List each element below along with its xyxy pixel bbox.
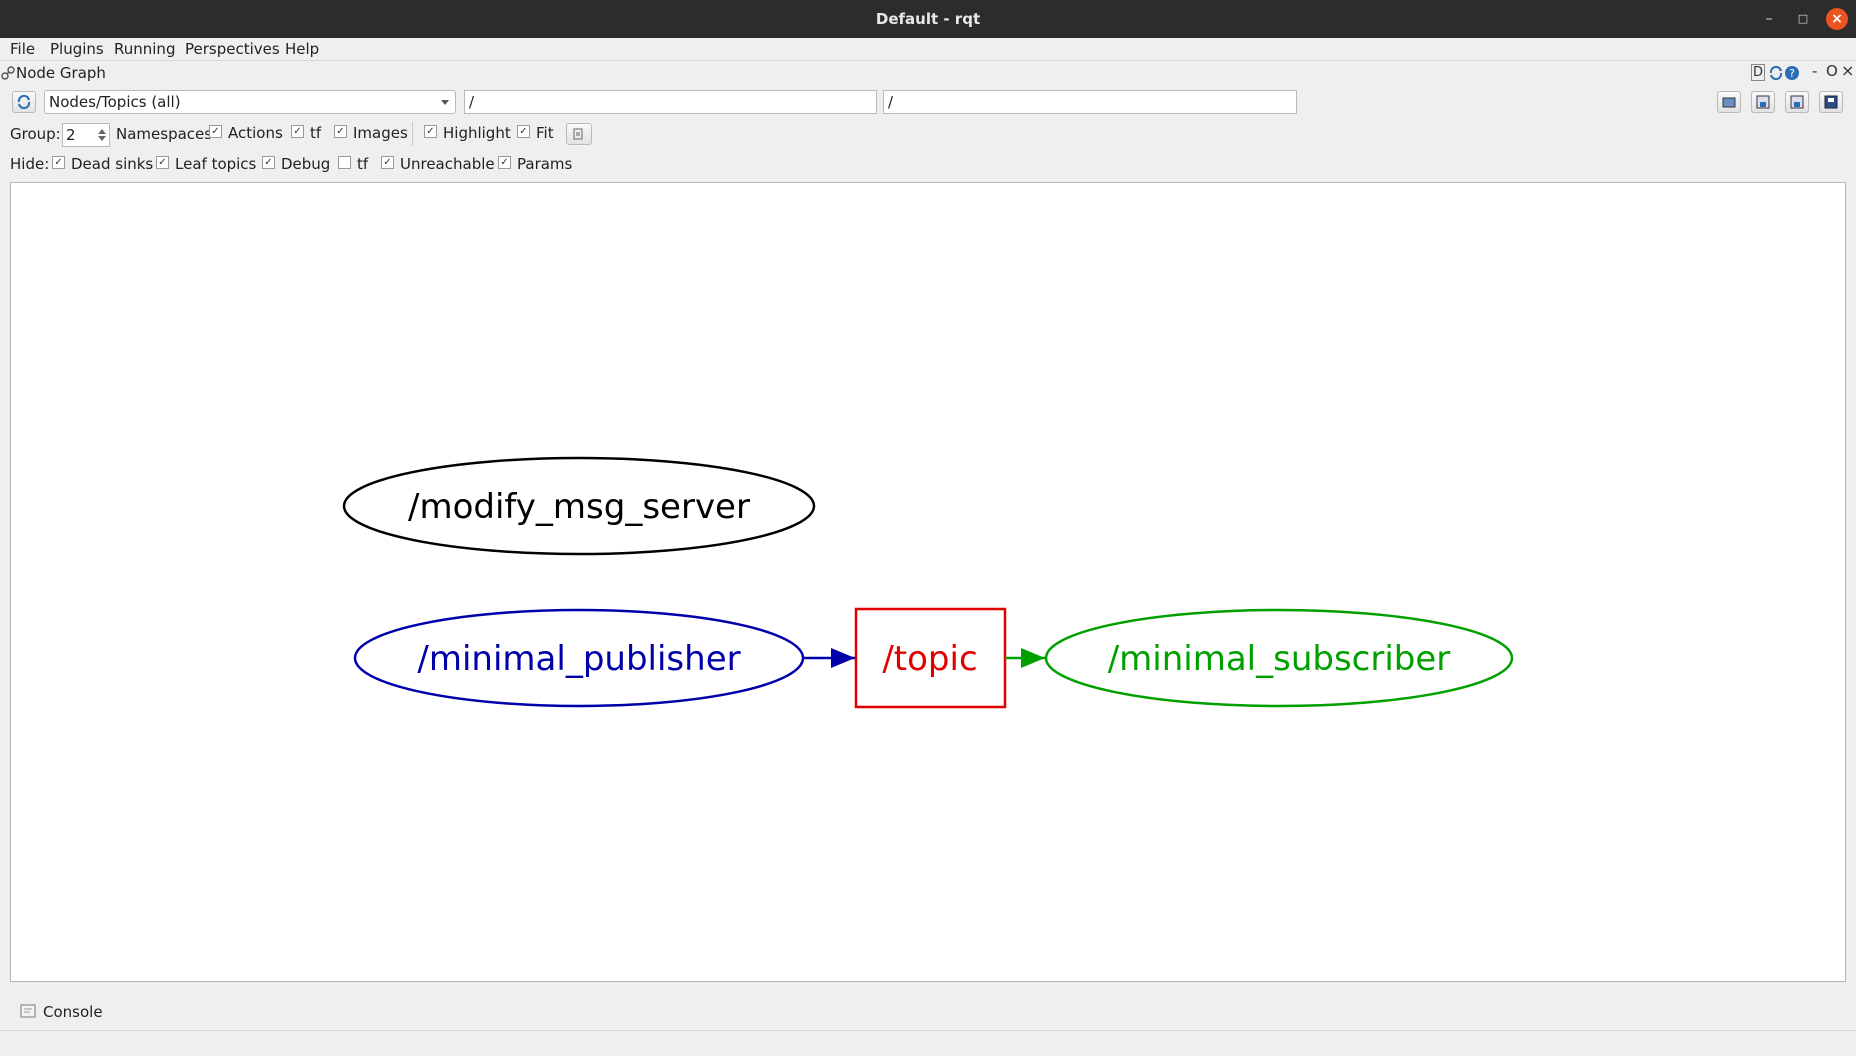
actions-checkbox[interactable]: ✓ Actions <box>209 124 283 142</box>
graph-node-modify-msg-server[interactable]: /modify_msg_server <box>342 456 816 556</box>
graph-svg: /modify_msg_server /minimal_publisher /t… <box>342 456 1514 709</box>
node-filter-input[interactable]: / <box>464 90 877 114</box>
menu-perspectives[interactable]: Perspectives <box>185 40 280 58</box>
help-icon[interactable]: ? <box>1784 65 1800 81</box>
window-titlebar: Default - rqt – □ × <box>0 0 1856 38</box>
menu-running[interactable]: Running <box>114 40 175 58</box>
debug-checkbox[interactable]: ✓ Debug <box>262 155 330 173</box>
fit-in-view-button[interactable] <box>566 123 592 145</box>
svg-text:?: ? <box>1789 67 1795 80</box>
group-label: Group: <box>10 125 61 143</box>
fit-label: Fit <box>536 124 554 142</box>
spin-up-icon[interactable] <box>98 129 106 134</box>
status-bar <box>0 1030 1856 1056</box>
node-graph-icon <box>1 66 15 80</box>
hide-tf-checkbox[interactable]: tf <box>338 155 368 173</box>
console-label: Console <box>43 1003 103 1021</box>
checkbox-icon: ✓ <box>498 156 511 169</box>
actions-label: Actions <box>228 124 283 142</box>
leaf-topics-checkbox[interactable]: ✓ Leaf topics <box>156 155 256 173</box>
save-image-button[interactable] <box>1819 91 1843 113</box>
debug-label: Debug <box>281 155 331 173</box>
checkbox-icon: ✓ <box>52 156 65 169</box>
highlight-checkbox[interactable]: ✓ Highlight <box>424 124 511 142</box>
fit-view-icon <box>573 128 583 140</box>
dock-title-label: Node Graph <box>16 64 106 82</box>
unreachable-label: Unreachable <box>400 155 495 173</box>
group-value: 2 <box>66 126 76 144</box>
chevron-down-icon <box>441 100 449 105</box>
load-dot-button[interactable] <box>1717 91 1741 113</box>
menu-file[interactable]: File <box>10 40 35 58</box>
save-image-icon <box>1824 95 1838 109</box>
refresh-graph-button[interactable] <box>12 91 36 113</box>
unreachable-checkbox[interactable]: ✓ Unreachable <box>381 155 495 173</box>
maximize-button[interactable]: □ <box>1792 8 1814 30</box>
dock-d-button[interactable]: D <box>1751 64 1766 81</box>
console-dock-tab[interactable]: Console <box>0 996 1856 1026</box>
graph-node-minimal-publisher[interactable]: /minimal_publisher <box>353 608 805 708</box>
params-checkbox[interactable]: ✓ Params <box>498 155 572 173</box>
folder-icon <box>1722 97 1736 108</box>
refresh-icon <box>17 94 31 110</box>
dock-minimize-button[interactable]: - <box>1812 62 1817 80</box>
tf-checkbox[interactable]: ✓ tf <box>291 124 321 142</box>
menu-help[interactable]: Help <box>285 40 319 58</box>
checkbox-icon: ✓ <box>381 156 394 169</box>
node-label-topic: /topic <box>882 639 977 679</box>
graph-canvas[interactable]: /modify_msg_server /minimal_publisher /t… <box>10 182 1846 982</box>
save-dot-icon <box>1756 95 1770 109</box>
dead-sinks-checkbox[interactable]: ✓ Dead sinks <box>52 155 153 173</box>
node-label-modify-msg-server: /modify_msg_server <box>408 487 750 527</box>
window-title: Default - rqt <box>875 10 981 28</box>
node-graph-dock-title: Node Graph D ? - O × <box>0 61 1856 84</box>
checkbox-icon: ✓ <box>334 125 347 138</box>
checkbox-icon: ✓ <box>156 156 169 169</box>
images-label: Images <box>353 124 408 142</box>
close-button[interactable]: × <box>1826 8 1848 30</box>
tf-label: tf <box>310 124 322 142</box>
reload-plugin-icon[interactable] <box>1768 65 1784 81</box>
graph-node-topic[interactable]: /topic <box>854 607 1007 709</box>
graph-type-select[interactable]: Nodes/Topics (all) <box>44 90 456 114</box>
highlight-label: Highlight <box>443 124 511 142</box>
graph-node-minimal-subscriber[interactable]: /minimal_subscriber <box>1044 608 1514 708</box>
checkbox-icon: ✓ <box>517 125 530 138</box>
graph-type-value: Nodes/Topics (all) <box>49 93 181 111</box>
save-dot-button[interactable] <box>1751 91 1775 113</box>
save-svg-button[interactable] <box>1785 91 1809 113</box>
menu-bar: File Plugins Running Perspectives Help <box>0 38 1856 61</box>
dead-sinks-label: Dead sinks <box>71 155 154 173</box>
node-label-minimal-publisher: /minimal_publisher <box>417 639 740 679</box>
spin-down-icon[interactable] <box>98 136 106 141</box>
hide-tf-label: tf <box>357 155 369 173</box>
checkbox-icon: ✓ <box>209 125 222 138</box>
checkbox-icon: ✓ <box>291 125 304 138</box>
topic-filter-input[interactable]: / <box>883 90 1297 114</box>
hide-label: Hide: <box>10 155 50 173</box>
checkbox-icon: ✓ <box>262 156 275 169</box>
images-checkbox[interactable]: ✓ Images <box>334 124 408 142</box>
minimize-button[interactable]: – <box>1758 8 1780 30</box>
namespaces-label: Namespaces <box>116 125 213 143</box>
toolbar-separator <box>412 122 413 146</box>
leaf-topics-label: Leaf topics <box>175 155 257 173</box>
group-spinbox[interactable]: 2 <box>62 123 110 147</box>
node-label-minimal-subscriber: /minimal_subscriber <box>1108 639 1451 679</box>
console-icon <box>20 1004 36 1018</box>
graph-edge-topic-subscriber <box>1005 648 1045 668</box>
dock-close-icon[interactable]: × <box>1841 61 1854 80</box>
params-label: Params <box>517 155 573 173</box>
graph-edge-publisher-topic <box>803 648 855 668</box>
save-svg-icon <box>1790 95 1804 109</box>
checkbox-icon <box>338 156 351 169</box>
checkbox-icon: ✓ <box>424 125 437 138</box>
menu-plugins[interactable]: Plugins <box>50 40 104 58</box>
dock-float-button[interactable]: O <box>1826 62 1838 80</box>
fit-checkbox[interactable]: ✓ Fit <box>517 124 554 142</box>
